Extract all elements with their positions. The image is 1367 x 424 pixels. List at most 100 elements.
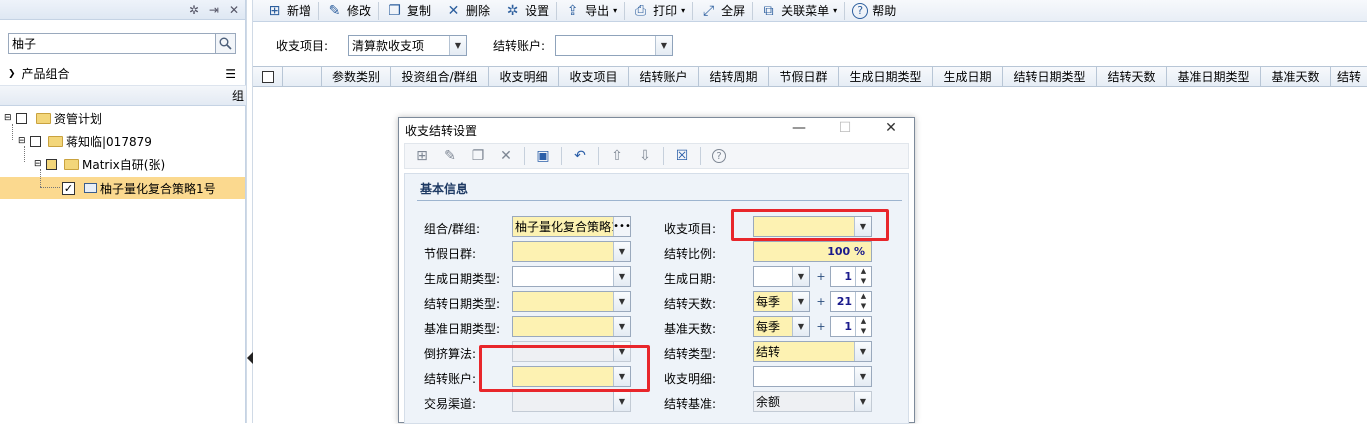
- gen-date-type-select[interactable]: ▼: [512, 266, 631, 287]
- minimize-icon[interactable]: —: [789, 120, 809, 136]
- link-menu-button[interactable]: ⧉ 关联菜单 ▾: [753, 1, 844, 21]
- group-input[interactable]: 柚子量化复合策略1号 •••: [512, 216, 631, 237]
- chevron-down-icon[interactable]: ❯: [8, 69, 16, 79]
- grid-column-header[interactable]: 生成日期类型: [839, 67, 933, 86]
- grid-column-header[interactable]: 参数类别: [322, 67, 391, 86]
- chevron-down-icon[interactable]: ▼: [449, 36, 466, 55]
- spin-down-icon[interactable]: ▼: [856, 327, 871, 337]
- expander-icon[interactable]: ⊟: [18, 136, 27, 146]
- grid-column-header[interactable]: 结转天数: [1097, 67, 1167, 86]
- grid-column-header[interactable]: 生成日期: [933, 67, 1003, 86]
- arrow-down-icon[interactable]: ⇩: [632, 145, 658, 167]
- menu-icon[interactable]: ☰: [225, 67, 236, 81]
- spin-up-icon[interactable]: ▲: [856, 317, 871, 327]
- chevron-down-icon[interactable]: ▼: [792, 292, 809, 311]
- chevron-down-icon[interactable]: ▼: [854, 367, 871, 386]
- copy-button[interactable]: ❐ 复制: [379, 1, 438, 21]
- spin-down-icon[interactable]: ▼: [856, 302, 871, 312]
- collapse-arrow-icon[interactable]: [247, 352, 253, 364]
- delete-button[interactable]: ✕ 删除: [438, 1, 497, 21]
- add-button[interactable]: ⊞ 新增: [259, 1, 318, 21]
- gen-date-select[interactable]: ▼: [753, 266, 810, 287]
- tree-node-strategy[interactable]: ✓ 柚子量化复合策略1号: [62, 177, 216, 199]
- chevron-down-icon[interactable]: ▼: [854, 342, 871, 361]
- tree-checkbox[interactable]: [16, 112, 27, 124]
- dropdown-arrow-icon[interactable]: ▾: [833, 6, 837, 15]
- carry-days-stepper[interactable]: 21 ▲ ▼: [830, 291, 872, 312]
- dropdown-arrow-icon[interactable]: ▾: [613, 6, 617, 15]
- select-all-cell[interactable]: [253, 67, 283, 86]
- export-button[interactable]: ⇪ 导出 ▾: [557, 1, 624, 21]
- spin-up-icon[interactable]: ▲: [856, 292, 871, 302]
- grid-column-header[interactable]: 结转日期类型: [1003, 67, 1097, 86]
- gear-icon[interactable]: ✲: [189, 3, 199, 17]
- spinner[interactable]: ▲ ▼: [855, 267, 871, 286]
- account-filter-select[interactable]: ▼: [555, 35, 673, 56]
- carry-type-select[interactable]: 结转 ▼: [753, 341, 872, 362]
- close-icon[interactable]: ✕: [229, 3, 239, 17]
- dropdown-arrow-icon[interactable]: ▾: [681, 6, 685, 15]
- chevron-down-icon[interactable]: ▼: [613, 242, 630, 261]
- grid-column-header[interactable]: 结转: [1331, 67, 1361, 86]
- help-icon[interactable]: ?: [706, 145, 732, 167]
- tree-checkbox[interactable]: [30, 135, 41, 147]
- tree-node-asset-plan[interactable]: ⊟ 资管计划: [4, 107, 102, 129]
- grid-column-header[interactable]: 收支明细: [489, 67, 559, 86]
- spin-down-icon[interactable]: ▼: [856, 277, 871, 287]
- chevron-down-icon[interactable]: ▼: [792, 317, 809, 336]
- edit-icon[interactable]: ✎: [437, 145, 463, 167]
- tree-checkbox[interactable]: [46, 158, 57, 170]
- grid-column-header[interactable]: 基准天数: [1261, 67, 1331, 86]
- delete-icon[interactable]: ✕: [493, 145, 519, 167]
- base-days-period-select[interactable]: 每季 ▼: [753, 316, 810, 337]
- grid-column-header[interactable]: 收支项目: [559, 67, 629, 86]
- tree-search-input[interactable]: 柚子: [8, 33, 236, 54]
- close-icon[interactable]: ✕: [881, 120, 901, 136]
- carry-days-period-select[interactable]: 每季 ▼: [753, 291, 810, 312]
- cancel-icon[interactable]: ☒: [669, 145, 695, 167]
- base-days-stepper[interactable]: 1 ▲ ▼: [830, 316, 872, 337]
- grid-column-header[interactable]: 基准日期类型: [1167, 67, 1261, 86]
- carry-basis-select[interactable]: 余额 ▼: [753, 391, 872, 412]
- product-group-header[interactable]: ❯ 产品组合 ☰: [0, 62, 246, 86]
- undo-icon[interactable]: ↶: [567, 145, 593, 167]
- chevron-down-icon[interactable]: ▼: [613, 392, 630, 411]
- save-icon[interactable]: ▣: [530, 145, 556, 167]
- select-all-checkbox[interactable]: [261, 70, 274, 83]
- chevron-down-icon[interactable]: ▼: [655, 36, 672, 55]
- settings-button[interactable]: ✲ 设置: [497, 1, 556, 21]
- chevron-down-icon[interactable]: ▼: [792, 267, 809, 286]
- grid-column-header[interactable]: 投资组合/群组: [391, 67, 489, 86]
- expander-icon[interactable]: ⊟: [4, 113, 13, 123]
- tree-search-value[interactable]: 柚子: [9, 35, 215, 52]
- spinner[interactable]: ▲ ▼: [855, 317, 871, 336]
- fullscreen-button[interactable]: ⤢ 全屏: [693, 1, 752, 21]
- chevron-down-icon[interactable]: ▼: [613, 317, 630, 336]
- chevron-down-icon[interactable]: ▼: [613, 292, 630, 311]
- chevron-down-icon[interactable]: ▼: [613, 267, 630, 286]
- carry-date-type-select[interactable]: ▼: [512, 291, 631, 312]
- channel-select[interactable]: ▼: [512, 391, 631, 412]
- holiday-select[interactable]: ▼: [512, 241, 631, 262]
- maximize-icon[interactable]: ☐: [835, 120, 855, 136]
- expander-icon[interactable]: ⊟: [34, 159, 43, 169]
- panel-splitter[interactable]: [246, 0, 253, 423]
- grid-column-header[interactable]: 结转账户: [629, 67, 699, 86]
- edit-button[interactable]: ✎ 修改: [319, 1, 378, 21]
- carry-ratio-input[interactable]: 100 %: [753, 241, 872, 262]
- spin-up-icon[interactable]: ▲: [856, 267, 871, 277]
- ellipsis-button[interactable]: •••: [613, 217, 630, 236]
- income-item-filter-select[interactable]: 清算款收支项 ▼: [348, 35, 467, 56]
- help-button[interactable]: ? 帮助: [845, 1, 903, 21]
- income-detail-select[interactable]: ▼: [753, 366, 872, 387]
- base-date-type-select[interactable]: ▼: [512, 316, 631, 337]
- tree-checkbox-checked[interactable]: ✓: [62, 181, 75, 195]
- arrow-up-icon[interactable]: ⇧: [604, 145, 630, 167]
- copy-icon[interactable]: ❐: [465, 145, 491, 167]
- search-icon[interactable]: [215, 34, 235, 53]
- tree-node-manager[interactable]: ⊟ 蒋知临|017879: [18, 130, 152, 152]
- chevron-down-icon[interactable]: ▼: [854, 392, 871, 411]
- spinner[interactable]: ▲ ▼: [855, 292, 871, 311]
- print-button[interactable]: ⎙ 打印 ▾: [625, 1, 692, 21]
- tree-node-matrix[interactable]: ⊟ Matrix自研(张): [34, 153, 165, 175]
